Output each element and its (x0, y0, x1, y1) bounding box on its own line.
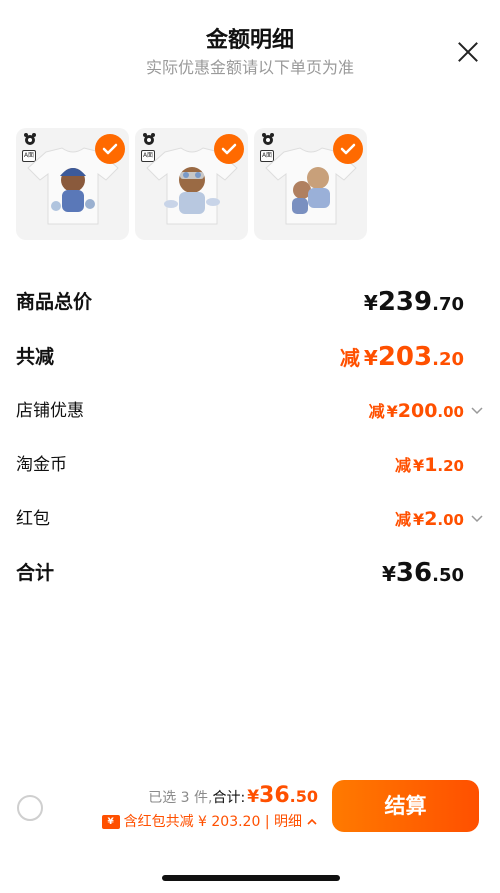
taojinbi-label: 淘金币 (16, 455, 67, 475)
amount-integer: 2 (424, 508, 438, 530)
selected-check-icon[interactable] (333, 134, 363, 164)
currency-symbol: ¥ (363, 346, 378, 370)
amount-decimal: .20 (437, 457, 464, 475)
page-title: 金额明细 (205, 28, 294, 53)
amount-decimal: .20 (432, 349, 464, 370)
home-indicator (162, 875, 340, 881)
close-icon[interactable] (456, 40, 480, 64)
discount-prefix: 减 (339, 346, 360, 370)
red-packet-label: 红包 (16, 509, 50, 529)
amount-integer: 239 (377, 287, 433, 317)
product-thumb-2[interactable]: A面 (135, 128, 248, 240)
red-packet-value: 减 ¥2.00 (395, 503, 464, 536)
total-label: 合计: (212, 790, 246, 806)
amount-integer: 36 (395, 558, 433, 588)
discount-detail-toggle[interactable]: ¥ 含红包共减 ¥ 203.20 | 明细 (101, 812, 318, 832)
row-store-discount[interactable]: 店铺优惠 减 ¥200.00 (16, 395, 484, 427)
checkout-bar: 已选 3 件,合计: ¥36.50 ¥ 含红包共减 ¥ 203.20 | 明细 结… (0, 770, 500, 893)
currency-symbol: ¥ (413, 456, 425, 475)
total-decimal: .50 (289, 787, 318, 806)
page-subtitle: 实际优惠金额请以下单页为准 (145, 58, 354, 77)
row-red-packet[interactable]: 红包 减 ¥2.00 (16, 503, 484, 535)
store-discount-value: 减 ¥200.00 (369, 395, 464, 428)
amount-integer: 200 (397, 400, 438, 422)
total-price-value: ¥239.70 (364, 286, 464, 321)
discount-summary-text: 含红包共减 ¥ 203.20 | 明细 (123, 814, 302, 830)
product-thumbnails: A面 A面 A面 (16, 128, 486, 240)
chevron-up-icon (307, 818, 317, 825)
brand-logo-icon (262, 133, 274, 145)
amount-decimal: .70 (432, 294, 464, 315)
select-all-radio[interactable] (17, 795, 43, 821)
selected-check-icon[interactable] (95, 134, 125, 164)
total-price-label: 商品总价 (16, 291, 93, 313)
currency-symbol: ¥ (413, 510, 425, 529)
total-discount-value: 减 ¥203.20 (340, 341, 464, 376)
brand-logo-icon (24, 133, 36, 145)
discount-prefix: 减 (395, 456, 412, 475)
selected-count: 已选 3 件, (148, 790, 213, 806)
row-taojinbi: 淘金币 减 ¥1.20 (16, 449, 484, 481)
amount-integer: 203 (377, 342, 433, 372)
product-thumb-3[interactable]: A面 (254, 128, 367, 240)
total-integer: 36 (259, 783, 290, 808)
amount-integer: 1 (424, 454, 438, 476)
brand-logo-icon (143, 133, 155, 145)
store-discount-label: 店铺优惠 (16, 401, 84, 421)
chevron-down-icon[interactable] (470, 404, 484, 418)
amount-decimal: .00 (437, 403, 464, 421)
discount-prefix: 减 (395, 510, 412, 529)
currency-symbol: ¥ (386, 402, 398, 421)
subtotal-value: ¥36.50 (382, 557, 464, 592)
currency-symbol: ¥ (247, 787, 260, 807)
row-total-discount: 共减 减 ¥203.20 (16, 341, 484, 373)
row-total-price: 商品总价 ¥239.70 (16, 286, 484, 318)
amount-decimal: .00 (437, 511, 464, 529)
row-subtotal: 合计 ¥36.50 (16, 557, 484, 589)
total-discount-label: 共减 (16, 346, 55, 368)
product-thumb-1[interactable]: A面 (16, 128, 129, 240)
taojinbi-value: 减 ¥1.20 (395, 449, 464, 482)
discount-prefix: 减 (368, 402, 385, 421)
amount-decimal: .50 (432, 565, 464, 586)
header: 金额明细 实际优惠金额请以下单页为准 (0, 0, 500, 90)
currency-symbol: ¥ (363, 291, 378, 315)
currency-symbol: ¥ (382, 562, 396, 586)
settle-button[interactable]: 结算 (332, 780, 479, 832)
chevron-down-icon[interactable] (470, 512, 484, 526)
subtotal-label: 合计 (16, 562, 55, 584)
coupon-icon-glyph: ¥ (107, 817, 114, 827)
summary-line: 已选 3 件,合计: ¥36.50 (148, 784, 318, 810)
selected-check-icon[interactable] (214, 134, 244, 164)
coupon-icon: ¥ (101, 815, 120, 829)
